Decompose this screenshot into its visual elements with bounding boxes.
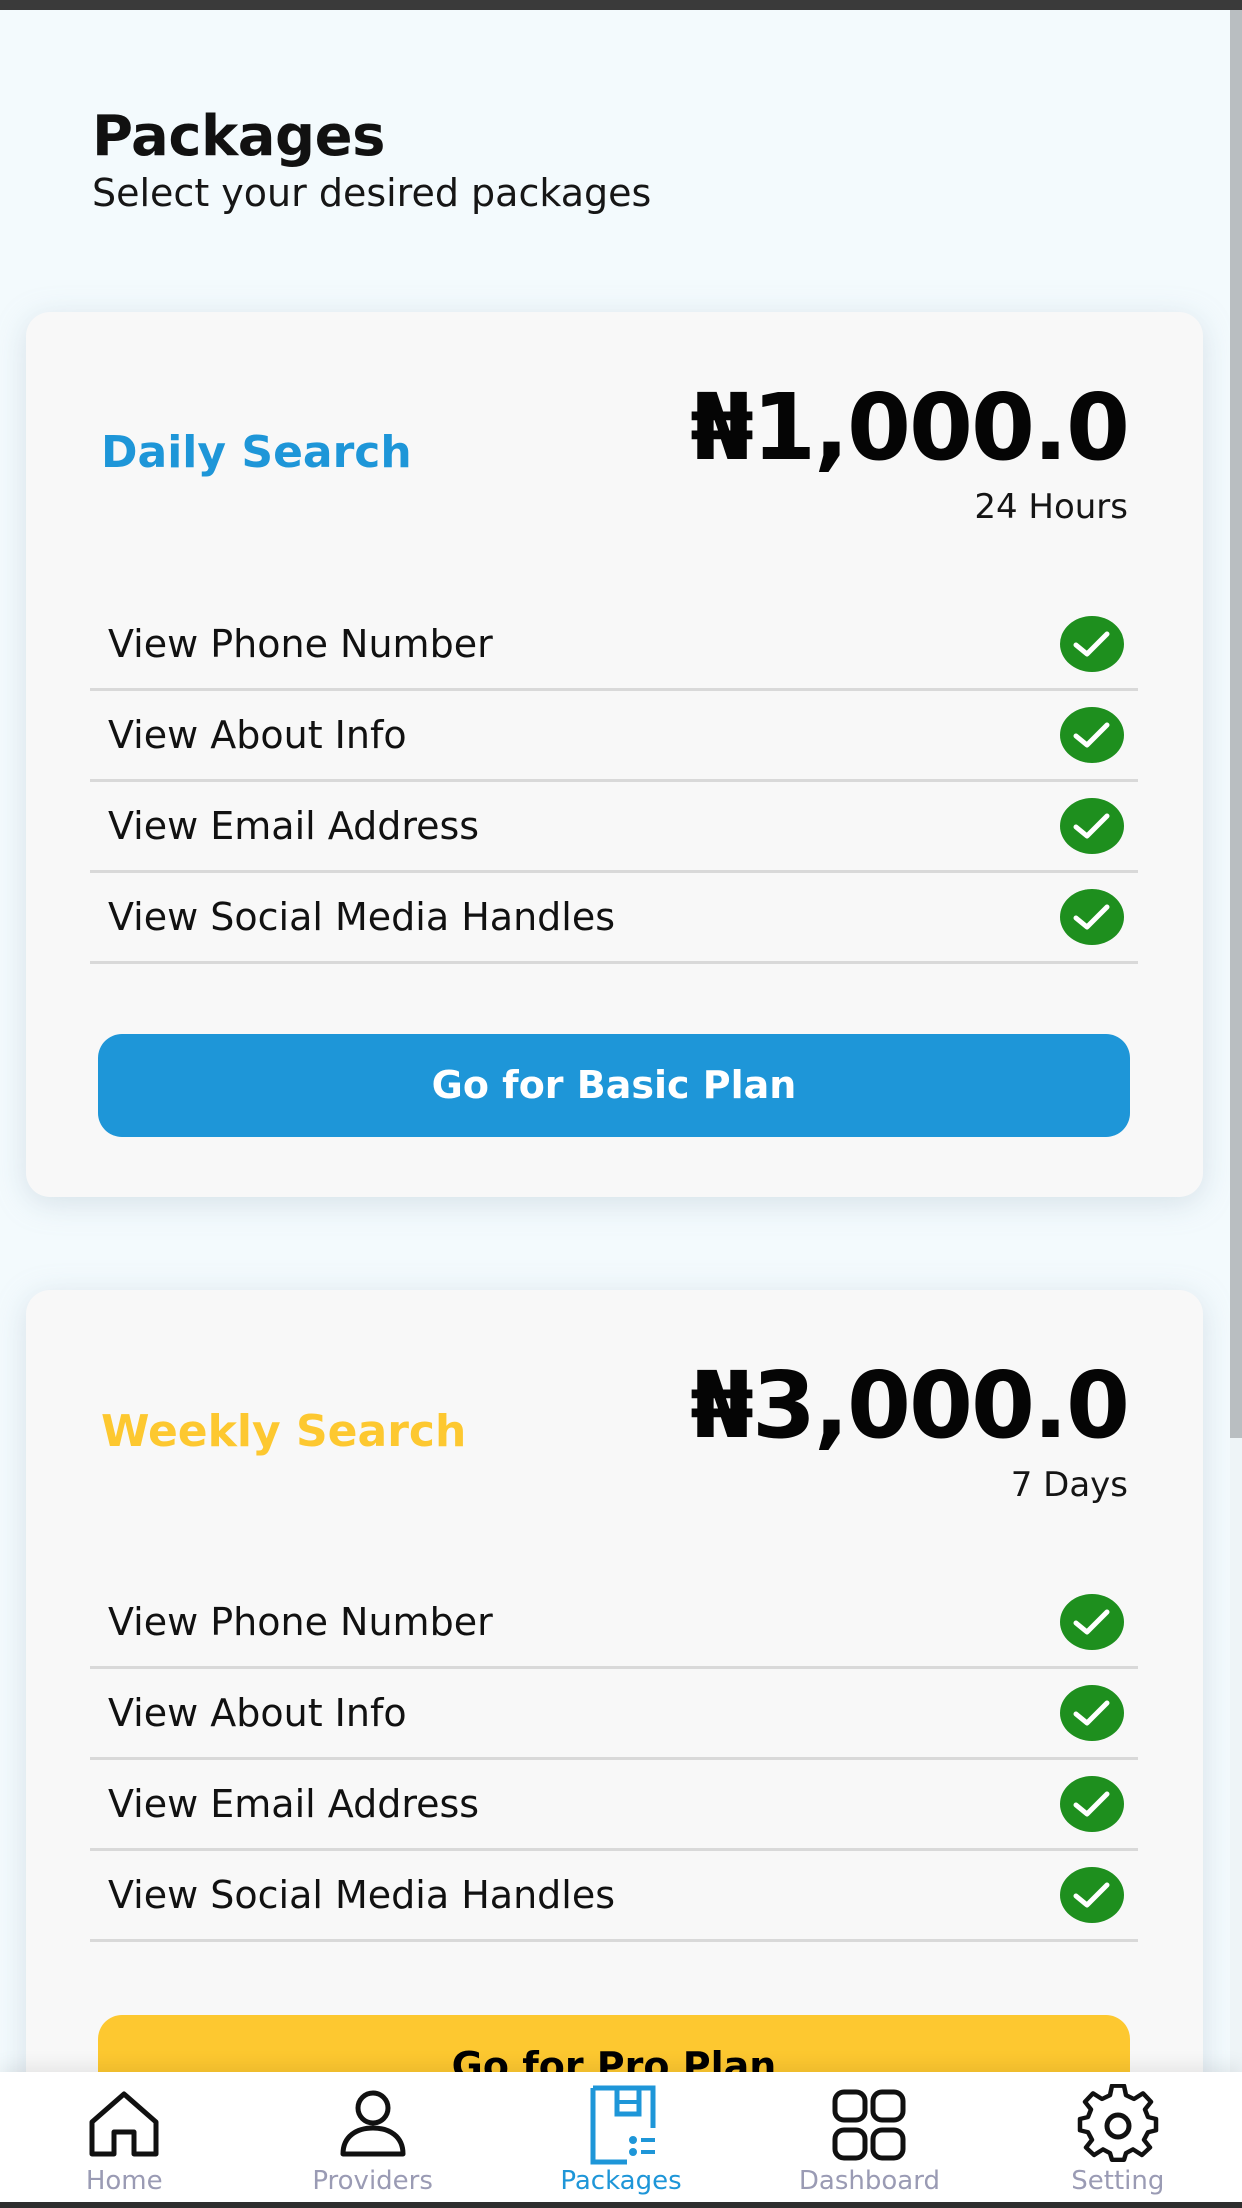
nav-item-dashboard[interactable]: Dashboard bbox=[745, 2072, 993, 2202]
plan-name: Daily Search bbox=[101, 427, 412, 478]
feature-list: View Phone Number View About Info View E… bbox=[90, 1578, 1138, 1942]
plan-price: ₦3,000.0 bbox=[690, 1352, 1130, 1459]
scrollbar-thumb[interactable] bbox=[1230, 10, 1242, 1438]
nav-item-home[interactable]: Home bbox=[0, 2072, 248, 2202]
feature-label: View Phone Number bbox=[108, 622, 493, 666]
check-circle-icon bbox=[1060, 1776, 1124, 1832]
feature-list: View Phone Number View About Info View E… bbox=[90, 600, 1138, 964]
check-circle-icon bbox=[1060, 1594, 1124, 1650]
system-bottom-bar bbox=[0, 2202, 1242, 2208]
package-icon bbox=[590, 2085, 656, 2165]
feature-row: View Social Media Handles bbox=[90, 873, 1138, 964]
check-circle-icon bbox=[1060, 798, 1124, 854]
feature-row: View Phone Number bbox=[90, 600, 1138, 691]
check-circle-icon bbox=[1060, 889, 1124, 945]
grid-icon bbox=[832, 2089, 906, 2161]
feature-row: View Social Media Handles bbox=[90, 1851, 1138, 1942]
plan-duration: 24 Hours bbox=[974, 487, 1128, 527]
check-circle-icon bbox=[1060, 1867, 1124, 1923]
feature-row: View About Info bbox=[90, 691, 1138, 782]
check-circle-icon bbox=[1060, 1685, 1124, 1741]
feature-row: View Email Address bbox=[90, 1760, 1138, 1851]
feature-row: View Email Address bbox=[90, 782, 1138, 873]
go-basic-plan-button[interactable]: Go for Basic Plan bbox=[98, 1034, 1130, 1137]
nav-item-providers[interactable]: Providers bbox=[248, 2072, 496, 2202]
nav-item-packages[interactable]: Packages bbox=[497, 2072, 745, 2202]
home-icon bbox=[89, 2091, 159, 2157]
package-card-weekly: Weekly Search ₦3,000.0 7 Days View Phone… bbox=[26, 1290, 1203, 2190]
feature-label: View Social Media Handles bbox=[108, 895, 616, 939]
plan-name: Weekly Search bbox=[101, 1406, 467, 1457]
nav-label: Providers bbox=[312, 2166, 433, 2196]
feature-label: View Email Address bbox=[108, 1782, 480, 1826]
plan-duration: 7 Days bbox=[1010, 1465, 1128, 1505]
gear-icon bbox=[1077, 2084, 1159, 2162]
check-circle-icon bbox=[1060, 707, 1124, 763]
feature-row: View Phone Number bbox=[90, 1578, 1138, 1669]
package-card-daily: Daily Search ₦1,000.0 24 Hours View Phon… bbox=[26, 312, 1203, 1197]
feature-row: View About Info bbox=[90, 1669, 1138, 1760]
feature-label: View Social Media Handles bbox=[108, 1873, 616, 1917]
nav-label: Setting bbox=[1071, 2166, 1165, 2196]
nav-item-setting[interactable]: Setting bbox=[994, 2072, 1242, 2202]
nav-label: Dashboard bbox=[798, 2166, 940, 2196]
feature-label: View Phone Number bbox=[108, 1600, 493, 1644]
user-icon bbox=[340, 2090, 406, 2157]
plan-price: ₦1,000.0 bbox=[690, 374, 1130, 481]
feature-label: View Email Address bbox=[108, 804, 480, 848]
page-title: Packages bbox=[92, 104, 385, 169]
status-bar bbox=[0, 0, 1242, 10]
feature-label: View About Info bbox=[108, 713, 407, 757]
bottom-nav: Home Providers Packages Dashboard Settin… bbox=[0, 2072, 1242, 2202]
feature-label: View About Info bbox=[108, 1691, 407, 1735]
nav-label: Home bbox=[85, 2166, 163, 2196]
nav-label: Packages bbox=[560, 2166, 682, 2196]
check-circle-icon bbox=[1060, 616, 1124, 672]
page-subtitle: Select your desired packages bbox=[92, 171, 652, 215]
